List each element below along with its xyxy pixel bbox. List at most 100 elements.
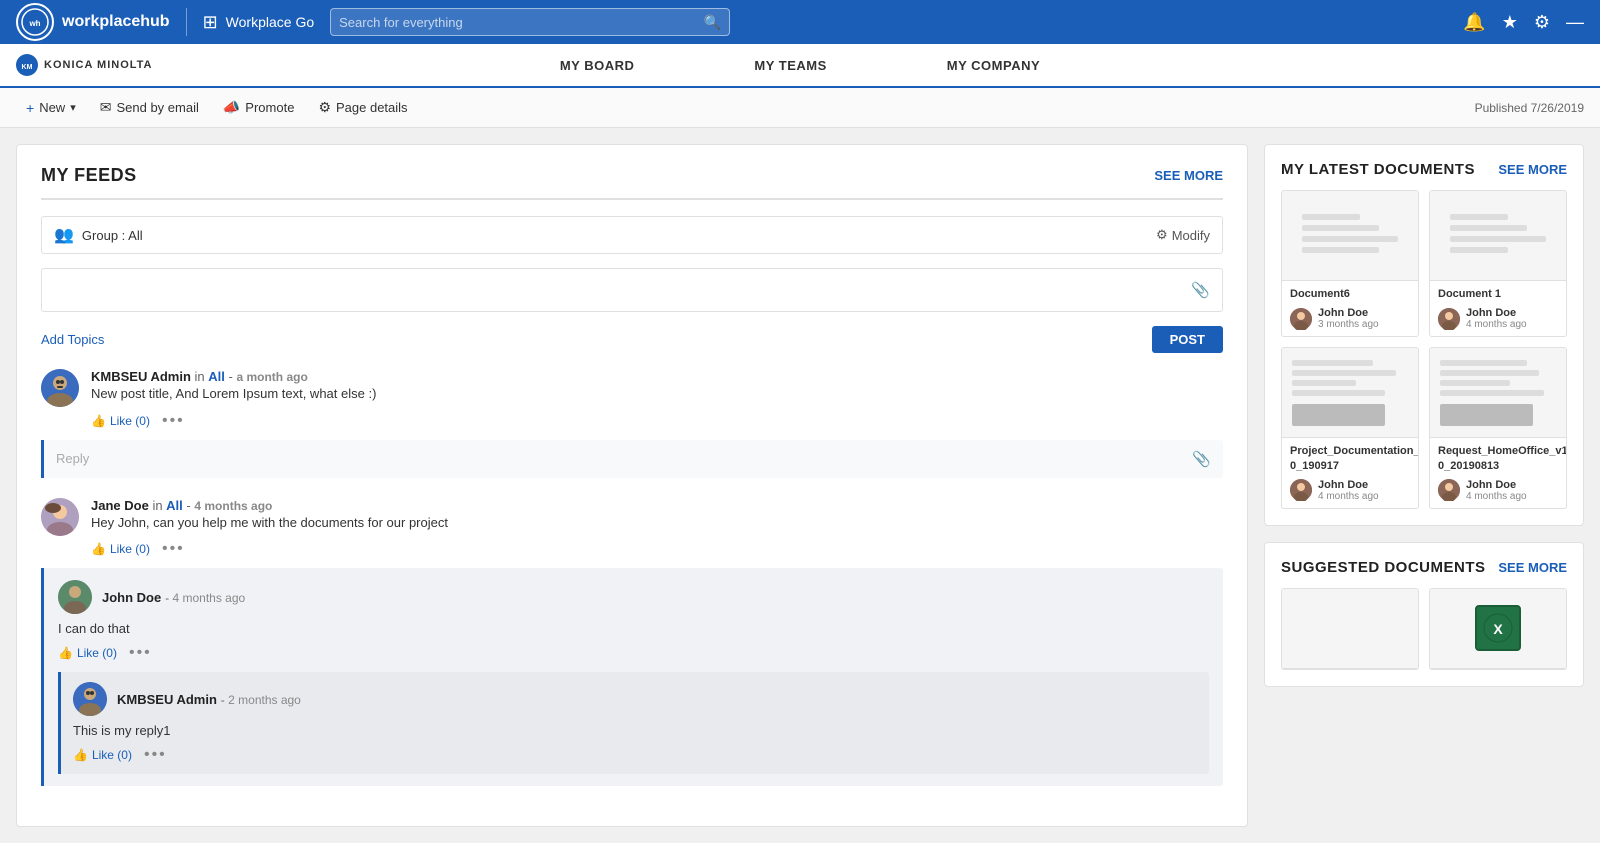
doc-line <box>1302 225 1378 231</box>
notification-icon[interactable]: 🔔 <box>1463 12 1485 33</box>
doc1-user: John Doe 3 months ago <box>1290 307 1410 330</box>
feed-meta: KMBSEU Admin in All - a month ago New po… <box>91 369 1223 430</box>
reply-attachment-icon[interactable]: 📎 <box>1192 450 1211 468</box>
gear-icon[interactable]: ⚙ <box>1534 12 1550 33</box>
post1-like-button[interactable]: 👍 Like (0) <box>91 414 150 428</box>
feeds-panel: MY FEEDS SEE MORE 👥 Group : All ⚙ Modify… <box>16 144 1248 827</box>
post-input-box[interactable]: 📎 <box>41 268 1223 312</box>
send-email-button[interactable]: ✉ Send by email <box>90 95 209 120</box>
post1-more-button[interactable]: ••• <box>162 412 185 430</box>
post2-like-button[interactable]: 👍 Like (0) <box>91 542 150 556</box>
suggested-doc-preview-1 <box>1282 589 1418 669</box>
doc4-avatar <box>1438 479 1460 501</box>
doc4-name: Request_HomeOffice_v1-0_20190813 <box>1438 444 1558 473</box>
reply2-header: KMBSEU Admin - 2 months ago <box>73 682 1197 716</box>
top-navigation: wh workplacehub ⊞ Workplace Go 🔍 🔔 ★ ⚙ — <box>0 0 1600 44</box>
post1-author: KMBSEU Admin in All - a month ago <box>91 369 1223 384</box>
post2-more-button[interactable]: ••• <box>162 540 185 558</box>
email-icon: ✉ <box>100 99 112 116</box>
workplace-go[interactable]: ⊞ Workplace Go <box>203 12 315 33</box>
post1-group-link[interactable]: All <box>208 369 225 384</box>
nav-icons: 🔔 ★ ⚙ — <box>1463 12 1584 33</box>
doc-preview-lines <box>1450 214 1545 258</box>
document-card[interactable]: Document 1 John Doe <box>1429 190 1567 337</box>
post2-time: 4 months ago <box>194 499 272 513</box>
doc3-time: 4 months ago <box>1318 491 1379 502</box>
page-details-button[interactable]: ⚙ Page details <box>308 95 417 120</box>
new-button[interactable]: + New ▾ <box>16 96 86 120</box>
doc-info: Document 1 John Doe <box>1430 281 1566 336</box>
feed-item: KMBSEU Admin in All - a month ago New po… <box>41 369 1223 478</box>
feed-item-header: KMBSEU Admin in All - a month ago New po… <box>41 369 1223 430</box>
search-input[interactable] <box>339 15 698 30</box>
doc-info: Project_Documentation_v1-0_190917 J <box>1282 438 1418 508</box>
promote-icon: 📣 <box>223 99 240 116</box>
doc-line <box>1302 214 1359 220</box>
reply1-actions: 👍 Like (0) ••• <box>58 644 1209 662</box>
new-label: New <box>39 100 65 115</box>
reply1-like-button[interactable]: 👍 Like (0) <box>58 646 117 660</box>
add-topics-link[interactable]: Add Topics <box>41 332 104 347</box>
doc-preview <box>1282 191 1418 281</box>
latest-docs-see-more[interactable]: SEE MORE <box>1498 162 1567 177</box>
suggested-docs-see-more[interactable]: SEE MORE <box>1498 560 1567 575</box>
doc-preview <box>1430 191 1566 281</box>
reply2-time: 2 months ago <box>228 693 301 707</box>
doc-info: Request_HomeOffice_v1-0_20190813 Jo <box>1430 438 1566 508</box>
post2-author-name: Jane Doe <box>91 498 149 513</box>
group-filter-left: 👥 Group : All <box>54 225 143 245</box>
suggested-doc-card-2[interactable]: X <box>1429 588 1567 670</box>
docs-grid: Document6 John Doe <box>1281 190 1567 509</box>
excel-icon: X <box>1475 605 1521 651</box>
reply1-more-button[interactable]: ••• <box>129 644 152 662</box>
search-bar[interactable]: 🔍 <box>330 8 730 36</box>
doc3-avatar <box>1290 479 1312 501</box>
post2-group-link[interactable]: All <box>166 498 183 513</box>
post-button[interactable]: POST <box>1152 326 1223 353</box>
search-icon[interactable]: 🔍 <box>704 14 721 31</box>
group-filter[interactable]: 👥 Group : All ⚙ Modify <box>41 216 1223 254</box>
reply-input-box[interactable]: Reply 📎 <box>41 440 1223 478</box>
document-card[interactable]: Project_Documentation_v1-0_190917 J <box>1281 347 1419 509</box>
feeds-see-more[interactable]: SEE MORE <box>1154 168 1223 183</box>
post2-author: Jane Doe in All - 4 months ago <box>91 498 1223 513</box>
doc4-time: 4 months ago <box>1466 491 1527 502</box>
promote-button[interactable]: 📣 Promote <box>213 95 305 120</box>
star-icon[interactable]: ★ <box>1502 12 1518 33</box>
logo-circle: wh <box>16 3 54 41</box>
feed-item: Jane Doe in All - 4 months ago Hey John,… <box>41 498 1223 787</box>
logo[interactable]: wh workplacehub <box>16 3 170 41</box>
reply2-avatar <box>73 682 107 716</box>
nav-item-my-teams[interactable]: MY TEAMS <box>694 43 886 87</box>
post2-actions: 👍 Like (0) ••• <box>91 540 1223 558</box>
latest-docs-title: MY LATEST DOCUMENTS <box>1281 161 1475 178</box>
nav-item-my-company[interactable]: MY COMPANY <box>887 43 1100 87</box>
nested-reply-2: KMBSEU Admin - 2 months ago This is my r… <box>58 672 1209 774</box>
reply1-meta: John Doe - 4 months ago <box>102 589 245 605</box>
workplace-go-label: Workplace Go <box>226 14 314 30</box>
doc-preview-lines <box>1302 214 1397 258</box>
suggested-docs-header: SUGGESTED DOCUMENTS SEE MORE <box>1281 559 1567 576</box>
feed-item-header: Jane Doe in All - 4 months ago Hey John,… <box>41 498 1223 559</box>
reply2-more-button[interactable]: ••• <box>144 746 167 764</box>
reply2-like-button[interactable]: 👍 Like (0) <box>73 748 132 762</box>
feeds-divider <box>41 198 1223 200</box>
minimize-icon[interactable]: — <box>1566 12 1584 33</box>
post1-actions: 👍 Like (0) ••• <box>91 412 1223 430</box>
nav-item-my-board[interactable]: MY BOARD <box>500 43 695 87</box>
avatar <box>41 498 79 536</box>
document-card[interactable]: Request_HomeOffice_v1-0_20190813 Jo <box>1429 347 1567 509</box>
document-card[interactable]: Document6 John Doe <box>1281 190 1419 337</box>
reply2-meta: KMBSEU Admin - 2 months ago <box>117 691 301 707</box>
doc1-avatar <box>1290 308 1312 330</box>
doc-line <box>1450 225 1526 231</box>
doc2-name: Document 1 <box>1438 287 1558 301</box>
modify-button[interactable]: ⚙ Modify <box>1156 227 1210 243</box>
reply2-author: KMBSEU Admin <box>117 692 217 707</box>
doc1-name: Document6 <box>1290 287 1410 301</box>
group-icon: 👥 <box>54 225 74 245</box>
suggested-doc-card-1[interactable] <box>1281 588 1419 670</box>
attachment-icon[interactable]: 📎 <box>1191 281 1210 299</box>
konica-icon: KM <box>16 54 38 76</box>
group-label: Group : All <box>82 228 143 243</box>
